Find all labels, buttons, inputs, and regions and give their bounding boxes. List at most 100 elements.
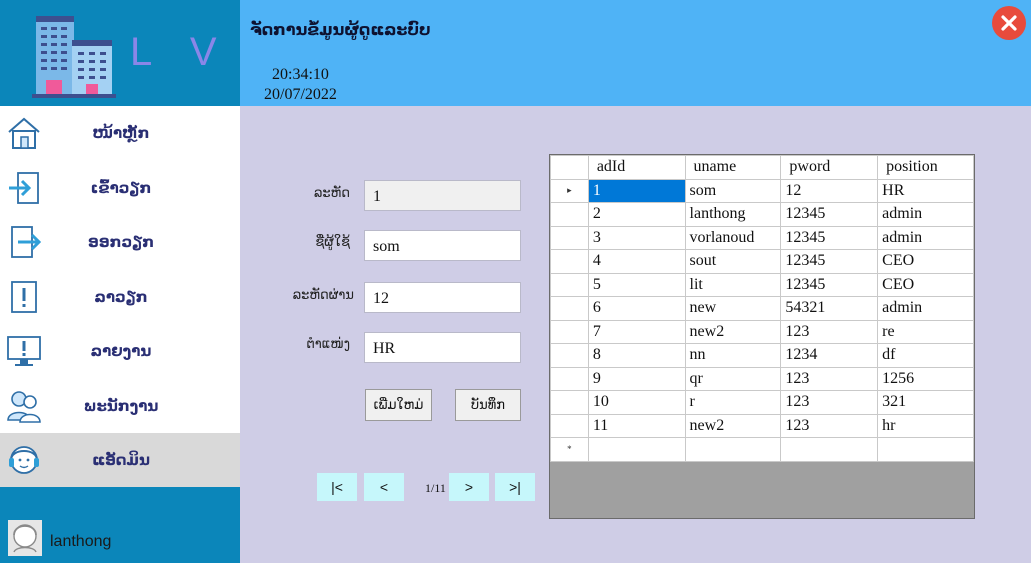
table-new-row[interactable]: * xyxy=(550,437,974,462)
position-field[interactable]: HR xyxy=(364,332,521,363)
table-cell[interactable]: 54321 xyxy=(780,296,879,321)
table-cell[interactable]: sout xyxy=(684,249,782,274)
table-row[interactable]: 11 new2 123 hr xyxy=(550,413,974,438)
logo-text: L V xyxy=(130,30,231,74)
add-new-button[interactable]: ເພີ່ມໃຫມ່ xyxy=(365,389,432,421)
column-header-adid[interactable]: adId xyxy=(587,155,686,180)
table-cell[interactable]: 12345 xyxy=(780,225,879,250)
table-cell[interactable] xyxy=(877,437,974,462)
admin-data-grid[interactable]: adId uname pword position ▸ 1 som 12 HR … xyxy=(549,154,975,519)
table-cell[interactable]: 2 xyxy=(587,202,686,227)
table-cell[interactable]: 5 xyxy=(587,272,686,297)
table-cell[interactable] xyxy=(780,437,879,462)
table-cell[interactable]: hr xyxy=(877,413,974,438)
table-cell[interactable]: lit xyxy=(684,272,782,297)
sidebar-item-label: ເຂົ້າວຽກ xyxy=(90,178,152,197)
table-cell[interactable]: 1234 xyxy=(780,343,879,368)
table-row[interactable]: 5 lit 12345 CEO xyxy=(550,272,974,297)
row-header xyxy=(550,249,589,274)
table-cell[interactable]: 1 xyxy=(587,178,686,203)
sidebar-item-check-out[interactable]: ອອກວຽກ xyxy=(0,215,240,270)
table-cell[interactable]: admin xyxy=(877,225,974,250)
table-cell[interactable]: 11 xyxy=(587,413,686,438)
data-table: adId uname pword position ▸ 1 som 12 HR … xyxy=(550,155,974,462)
row-header xyxy=(550,413,589,438)
table-row[interactable]: 6 new 54321 admin xyxy=(550,296,974,321)
table-cell[interactable]: 3 xyxy=(587,225,686,250)
table-row[interactable]: 8 nn 1234 df xyxy=(550,343,974,368)
row-header xyxy=(550,390,589,415)
table-cell[interactable]: admin xyxy=(877,296,974,321)
table-cell[interactable]: 321 xyxy=(877,390,974,415)
table-cell[interactable]: som xyxy=(684,178,782,203)
table-cell[interactable]: 123 xyxy=(780,319,879,344)
id-field[interactable]: 1 xyxy=(364,180,521,211)
table-cell[interactable]: 8 xyxy=(587,343,686,368)
table-row[interactable]: 10 r 123 321 xyxy=(550,390,974,415)
last-page-button[interactable]: >| xyxy=(495,473,535,501)
password-field[interactable]: 12 xyxy=(364,282,521,313)
username-field[interactable]: som xyxy=(364,230,521,261)
current-user-name: lanthong xyxy=(50,533,112,550)
table-cell[interactable]: 12 xyxy=(780,178,879,203)
table-cell[interactable]: re xyxy=(877,319,974,344)
table-cell[interactable]: r xyxy=(684,390,782,415)
table-cell[interactable] xyxy=(587,437,686,462)
table-cell[interactable]: CEO xyxy=(877,249,974,274)
sidebar-item-home[interactable]: ໜ້າຫຼັກ xyxy=(0,106,240,161)
table-cell[interactable]: qr xyxy=(684,366,782,391)
column-header-pword[interactable]: pword xyxy=(780,155,879,180)
table-row[interactable]: 3 vorlanoud 12345 admin xyxy=(550,225,974,250)
password-label: ລະຫັດຜ່ານ xyxy=(292,288,354,303)
logo-area: L V xyxy=(0,0,240,106)
table-cell[interactable]: 7 xyxy=(587,319,686,344)
table-row[interactable]: ▸ 1 som 12 HR xyxy=(550,178,974,203)
table-cell[interactable]: CEO xyxy=(877,272,974,297)
table-cell[interactable]: nn xyxy=(684,343,782,368)
table-row[interactable]: 4 sout 12345 CEO xyxy=(550,249,974,274)
table-cell[interactable]: 12345 xyxy=(780,202,879,227)
page-title: ຈັດການຂໍ້ມູນຜູ້ດູແລະບົບ xyxy=(250,20,431,39)
next-page-button[interactable]: > xyxy=(449,473,489,501)
table-cell[interactable]: 6 xyxy=(587,296,686,321)
table-cell[interactable]: admin xyxy=(877,202,974,227)
table-cell[interactable]: new xyxy=(684,296,782,321)
sidebar-item-leave[interactable]: ລາວຽກ xyxy=(0,270,240,325)
table-cell[interactable]: 9 xyxy=(587,366,686,391)
sidebar-item-label: ອອກວຽກ xyxy=(87,233,155,252)
admin-headset-icon xyxy=(9,446,39,474)
sidebar-item-admin[interactable]: ແອັດມິນ xyxy=(0,433,240,488)
table-cell[interactable] xyxy=(684,437,782,462)
sidebar-menu: ໜ້າຫຼັກ ເຂົ້າວຽກ ອອກວຽກ ລາວຽກ ລາຍງານ ພະນ… xyxy=(0,106,240,488)
table-cell[interactable]: HR xyxy=(877,178,974,203)
table-row[interactable]: 7 new2 123 re xyxy=(550,319,974,344)
table-cell[interactable]: 10 xyxy=(587,390,686,415)
table-row[interactable]: 9 qr 123 1256 xyxy=(550,366,974,391)
column-header-position[interactable]: position xyxy=(877,155,974,180)
prev-page-button[interactable]: < xyxy=(364,473,404,501)
table-cell[interactable]: 123 xyxy=(780,413,879,438)
table-cell[interactable]: new2 xyxy=(684,319,782,344)
table-row[interactable]: 2 lanthong 12345 admin xyxy=(550,202,974,227)
row-header xyxy=(550,366,589,391)
table-cell[interactable]: df xyxy=(877,343,974,368)
sidebar-item-employees[interactable]: ພະນັກງານ xyxy=(0,379,240,434)
table-cell[interactable]: 4 xyxy=(587,249,686,274)
table-cell[interactable]: 1256 xyxy=(877,366,974,391)
table-cell[interactable]: 12345 xyxy=(780,249,879,274)
table-cell[interactable]: 123 xyxy=(780,366,879,391)
sidebar-item-report[interactable]: ລາຍງານ xyxy=(0,324,240,379)
id-label: ລະຫັດ xyxy=(313,186,350,201)
table-cell[interactable]: 12345 xyxy=(780,272,879,297)
table-cell[interactable]: new2 xyxy=(684,413,782,438)
table-cell[interactable]: lanthong xyxy=(684,202,782,227)
first-page-button[interactable]: |< xyxy=(317,473,357,501)
close-button[interactable] xyxy=(992,6,1026,40)
save-button[interactable]: ບັນທຶກ xyxy=(455,389,521,421)
column-header-uname[interactable]: uname xyxy=(684,155,782,180)
leave-icon xyxy=(11,280,37,313)
table-cell[interactable]: vorlanoud xyxy=(684,225,782,250)
sidebar-item-check-in[interactable]: ເຂົ້າວຽກ xyxy=(0,161,240,216)
table-cell[interactable]: 123 xyxy=(780,390,879,415)
home-icon xyxy=(8,117,40,149)
